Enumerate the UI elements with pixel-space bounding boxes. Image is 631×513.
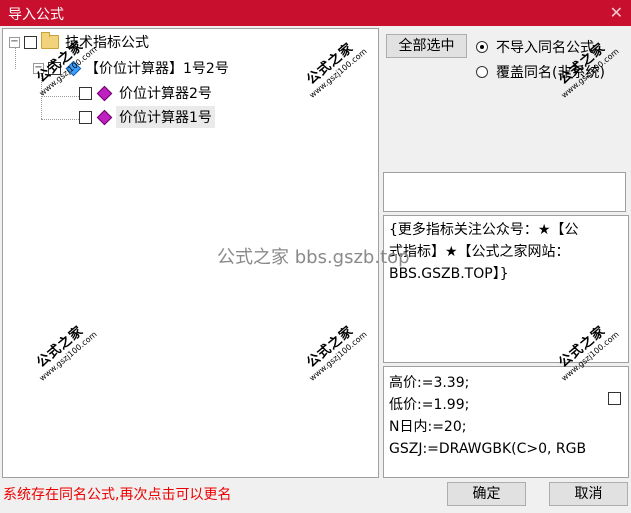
code-line: 高价:=3.39; xyxy=(389,375,470,391)
code-line: GSZJ:=DRAWGBK(C>0, RGB xyxy=(389,441,587,457)
description-line: BBS.GSZB.TOP】} xyxy=(389,266,509,282)
root-checkbox[interactable] xyxy=(24,35,37,49)
description-pane[interactable]: {更多指标关注公众号：★【公 式指标】★【公式之家网站： BBS.GSZB.TO… xyxy=(383,215,629,363)
formula-icon xyxy=(96,109,113,125)
formula-icon xyxy=(96,85,113,101)
tree-connector xyxy=(41,75,42,119)
item-label: 价位计算器2号 xyxy=(119,86,212,102)
formula-tree: − 技术指标公式 − 【价位计算器】1号2号 价位计算器2号 价位计算器1号 xyxy=(2,28,379,478)
close-icon[interactable]: ✕ xyxy=(610,3,623,22)
radio-button[interactable] xyxy=(476,66,488,78)
ok-button[interactable]: 确定 xyxy=(447,482,526,506)
tree-connector xyxy=(41,119,79,120)
code-line: 低价:=1.99; xyxy=(389,397,470,413)
tree-node-group[interactable]: − 【价位计算器】1号2号 xyxy=(33,57,229,79)
radio-overwrite[interactable]: 覆盖同名(非系统) xyxy=(476,62,605,82)
cancel-button[interactable]: 取消 xyxy=(549,482,628,506)
item-checkbox[interactable] xyxy=(79,110,92,124)
radio-skip-duplicate[interactable]: 不导入同名公式 xyxy=(476,37,594,57)
item-label: 价位计算器1号 xyxy=(116,106,215,128)
title-bar: 导入公式 ✕ xyxy=(0,0,631,26)
group-icon xyxy=(65,60,82,76)
root-label: 技术指标公式 xyxy=(65,35,149,51)
collapse-icon[interactable]: − xyxy=(33,62,44,74)
tree-item[interactable]: 价位计算器2号 xyxy=(79,82,215,104)
description-line: 式指标】★【公式之家网站： xyxy=(389,244,570,260)
folder-icon xyxy=(41,32,59,49)
empty-pane xyxy=(383,172,626,212)
group-label: 【价位计算器】1号2号 xyxy=(85,61,229,77)
code-line: N日内:=20; xyxy=(389,419,467,435)
window-title: 导入公式 xyxy=(8,7,64,23)
status-message: 系统存在同名公式,再次点击可以更名 xyxy=(3,487,232,503)
radio-button[interactable] xyxy=(476,41,488,53)
radio-label: 不导入同名公式 xyxy=(496,40,594,56)
collapse-icon[interactable]: − xyxy=(9,36,20,48)
radio-label: 覆盖同名(非系统) xyxy=(496,65,605,81)
tree-item[interactable]: 价位计算器1号 xyxy=(79,106,215,128)
select-all-button[interactable]: 全部选中 xyxy=(386,34,467,58)
group-checkbox[interactable] xyxy=(48,61,61,75)
description-line: {更多指标关注公众号：★【公 xyxy=(389,222,579,238)
code-checkbox[interactable] xyxy=(608,392,621,405)
tree-connector xyxy=(41,96,79,97)
tree-node-root[interactable]: − 技术指标公式 xyxy=(9,31,149,53)
code-pane[interactable]: 高价:=3.39; 低价:=1.99; N日内:=20; GSZJ:=DRAWG… xyxy=(383,366,629,478)
item-checkbox[interactable] xyxy=(79,86,92,100)
